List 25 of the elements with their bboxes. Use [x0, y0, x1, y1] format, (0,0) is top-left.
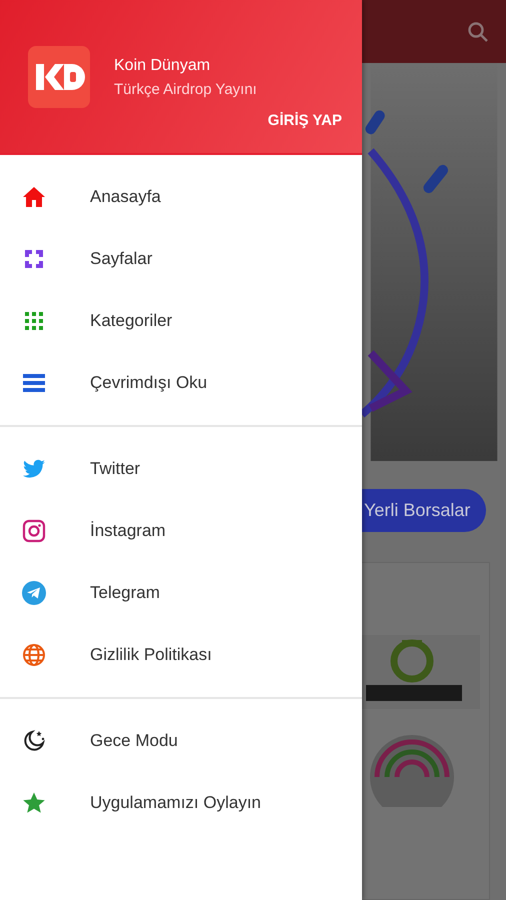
- menu-item[interactable]: Kategoriler: [0, 290, 362, 352]
- app-subtitle: Türkçe Airdrop Yayını: [114, 80, 257, 98]
- menu-item[interactable]: Sayfalar: [0, 228, 362, 290]
- menu-item[interactable]: Uygulamamızı Oylayın: [0, 772, 362, 834]
- menu-item[interactable]: Çevrimdışı Oku: [0, 352, 362, 414]
- camera-icon: [22, 519, 46, 543]
- app-logo: [28, 46, 90, 108]
- star-icon: [22, 791, 46, 815]
- frame-icon: [22, 247, 46, 271]
- home-icon: [22, 185, 46, 209]
- menu-item[interactable]: Twitter: [0, 438, 362, 500]
- menu-item[interactable]: Telegram: [0, 562, 362, 624]
- login-button[interactable]: GİRİŞ YAP: [268, 108, 342, 133]
- menu-item[interactable]: İnstagram: [0, 500, 362, 562]
- category-chip[interactable]: Yerli Borsalar: [362, 489, 486, 532]
- search-icon[interactable]: [466, 20, 490, 44]
- globe-icon: [22, 643, 46, 667]
- menu-item[interactable]: Gizlilik Politikası: [0, 624, 362, 686]
- app-title: Koin Dünyam: [114, 56, 212, 74]
- moon-icon: [22, 729, 46, 753]
- menu-item[interactable]: Gece Modu: [0, 710, 362, 772]
- list-icon: [22, 371, 46, 395]
- paper-plane-icon: [22, 581, 46, 605]
- grid-icon: [22, 309, 46, 333]
- menu-item[interactable]: Anasayfa: [0, 166, 362, 228]
